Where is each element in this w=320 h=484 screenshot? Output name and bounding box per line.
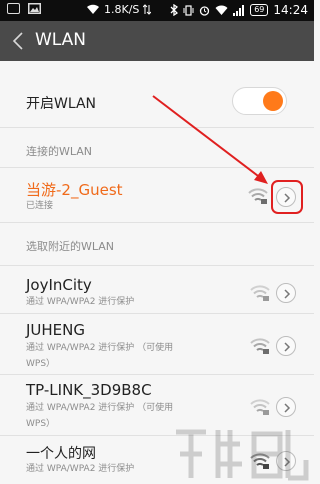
network-details-button[interactable] — [276, 336, 296, 356]
divider — [0, 127, 314, 128]
network-security-wrap: WPS） — [26, 359, 56, 369]
chevron-right-icon — [284, 403, 291, 413]
network-name: 一个人的网 — [26, 446, 96, 462]
page-title: WLAN — [35, 30, 87, 50]
wlan-toggle-switch[interactable] — [232, 87, 287, 115]
connected-network-status: 已连接 — [26, 201, 54, 211]
toggle-knob — [263, 91, 283, 111]
network-security: 通过 WPA/WPA2 进行保护 （可使用 — [26, 403, 174, 413]
action-bar: WLAN — [0, 21, 314, 61]
annotation-highlight-box — [271, 180, 303, 214]
wifi-signal-icon — [250, 338, 270, 354]
network-name: JUHENG — [26, 321, 86, 339]
network-security: 通过 WPA/WPA2 进行保护 — [26, 297, 135, 307]
network-name: JoyInCity — [26, 276, 92, 294]
network-speed: 1.8K/S — [104, 3, 140, 16]
network-details-button[interactable] — [276, 283, 296, 303]
image-icon — [28, 3, 41, 14]
alarm-icon — [200, 5, 210, 16]
network-details-button[interactable] — [276, 397, 296, 417]
wifi-signal-icon — [250, 399, 270, 415]
network-security: 通过 WPA/WPA2 进行保护 — [26, 464, 135, 474]
chevron-right-icon — [284, 342, 291, 352]
status-time: 14:24 — [273, 3, 308, 17]
wifi-signal-icon — [215, 5, 228, 15]
vibrate-icon — [183, 4, 194, 16]
data-arrows-icon — [143, 4, 152, 15]
status-right: 69 14:24 — [170, 3, 308, 17]
battery-level: 69 — [250, 4, 269, 16]
wlan-toggle-label: 开启WLAN — [26, 96, 97, 112]
status-speed: 1.8K/S — [86, 3, 152, 16]
wifi-signal-icon — [248, 188, 268, 204]
watermark-logo — [176, 429, 309, 481]
network-security-wrap: WPS） — [26, 419, 56, 429]
cell-signal-icon — [233, 4, 245, 16]
divider — [0, 222, 314, 223]
chevron-right-icon — [284, 289, 291, 299]
connected-section-header: 连接的WLAN — [26, 145, 93, 158]
wifi-signal-icon — [250, 285, 270, 301]
status-left — [7, 3, 41, 14]
back-icon[interactable] — [8, 29, 30, 53]
network-security: 通过 WPA/WPA2 进行保护 （可使用 — [26, 343, 174, 353]
notification-icon — [7, 3, 20, 14]
wifi-status-icon — [87, 4, 99, 14]
network-name: TP-LINK_3D9B8C — [26, 381, 152, 399]
connected-network-name: 当游-2_Guest — [26, 181, 123, 199]
nearby-section-header: 选取附近的WLAN — [26, 240, 115, 253]
status-bar: 1.8K/S 69 14:24 — [0, 0, 314, 21]
bluetooth-icon — [170, 4, 179, 16]
